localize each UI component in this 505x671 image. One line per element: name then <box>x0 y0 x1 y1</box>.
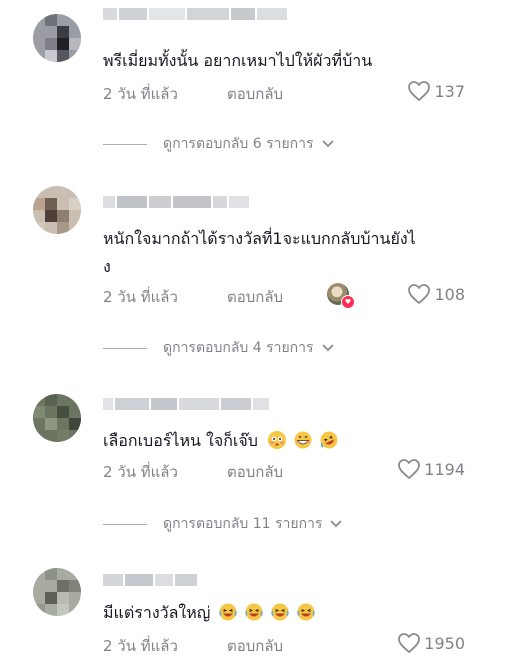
chevron-down-icon <box>330 516 343 532</box>
divider-line <box>103 347 147 349</box>
view-replies-label: ดูการตอบกลับ 6 รายการ <box>163 136 314 152</box>
like-button[interactable]: 1950 <box>397 632 465 654</box>
like-count: 108 <box>434 284 465 304</box>
divider-line <box>103 143 147 145</box>
comment-text: เลือกเบอร์ไหน ใจก็เจ๊บ <box>103 428 338 453</box>
reply-button[interactable]: ตอบกลับ <box>227 285 283 309</box>
username-blurred[interactable] <box>103 574 197 588</box>
reply-button[interactable]: ตอบกลับ <box>227 82 283 106</box>
laughing-face-icon <box>297 603 315 621</box>
laughing-face-icon <box>218 603 237 621</box>
reply-button[interactable]: ตอบกลับ <box>227 634 283 658</box>
heart-outline-icon <box>397 632 421 654</box>
comment-time: 2 วัน ที่แล้ว <box>103 85 178 103</box>
comment-time: 2 วัน ที่แล้ว <box>103 463 178 481</box>
comment-item: พรีเมี่ยมทั้งนั้น อยากเหมาไปให้ผัวที่บ้า… <box>0 0 505 170</box>
reply-button[interactable]: ตอบกลับ <box>227 460 283 484</box>
comment-text: หนักใจมากถ้าได้รางวัลที่1จะแบกกลับบ้านยั… <box>103 226 416 279</box>
username-blurred[interactable] <box>103 8 287 22</box>
view-replies-button[interactable]: ดูการตอบกลับ 6 รายการ <box>103 134 334 154</box>
divider-line <box>103 523 147 525</box>
comment-meta: 2 วัน ที่แล้ว ตอบกลับ 1194 <box>103 458 465 482</box>
laughing-face-icon <box>271 603 289 621</box>
chevron-down-icon <box>321 340 334 356</box>
avatar[interactable] <box>33 14 81 62</box>
like-button[interactable]: 137 <box>407 80 465 102</box>
comment-meta: 2 วัน ที่แล้ว ตอบกลับ ♥ 108 <box>103 283 465 309</box>
like-count: 1194 <box>424 459 465 479</box>
heart-outline-icon <box>407 283 431 305</box>
avatar[interactable] <box>33 394 81 442</box>
comment-text: มีแต่รางวัลใหญ่ <box>103 600 315 625</box>
like-button[interactable]: 108 <box>407 283 465 305</box>
chevron-down-icon <box>321 136 334 152</box>
comment-item: หนักใจมากถ้าได้รางวัลที่1จะแบกกลับบ้านยั… <box>0 170 505 370</box>
view-replies-label: ดูการตอบกลับ 11 รายการ <box>163 516 323 532</box>
comment-meta: 2 วัน ที่แล้ว ตอบกลับ 1950 <box>103 632 465 656</box>
comment-item: เลือกเบอร์ไหน ใจก็เจ๊บ 2 วัน ที่แล้ว ตอบ… <box>0 380 505 550</box>
view-replies-label: ดูการตอบกลับ 4 รายการ <box>163 340 314 356</box>
rofl-face-icon <box>320 431 338 449</box>
view-replies-button[interactable]: ดูการตอบกลับ 11 รายการ <box>103 514 343 534</box>
comment-text-line: ง <box>103 257 111 276</box>
comment-text-body: มีแต่รางวัลใหญ่ <box>103 603 211 622</box>
flushed-face-icon <box>267 431 286 449</box>
grinning-face-icon <box>294 431 312 449</box>
avatar[interactable] <box>33 186 81 234</box>
comment-time: 2 วัน ที่แล้ว <box>103 288 178 306</box>
like-count: 1950 <box>424 633 465 653</box>
comment-time: 2 วัน ที่แล้ว <box>103 637 178 655</box>
heart-outline-icon <box>397 458 421 480</box>
comment-meta: 2 วัน ที่แล้ว ตอบกลับ 137 <box>103 80 465 104</box>
avatar[interactable] <box>33 568 81 616</box>
comment-text-body: เลือกเบอร์ไหน ใจก็เจ๊บ <box>103 431 258 450</box>
comment-text: พรีเมี่ยมทั้งนั้น อยากเหมาไปให้ผัวที่บ้า… <box>103 51 373 70</box>
comment-text-line: หนักใจมากถ้าได้รางวัลที่1จะแบกกลับบ้านยั… <box>103 229 416 248</box>
like-button[interactable]: 1194 <box>397 458 465 480</box>
heart-badge-icon: ♥ <box>341 295 355 309</box>
username-blurred[interactable] <box>103 196 249 210</box>
like-count: 137 <box>434 81 465 101</box>
heart-outline-icon <box>407 80 431 102</box>
laughing-face-icon <box>244 603 263 621</box>
comment-item: มีแต่รางวัลใหญ่ 2 วัน ที่แล้ว ตอบกลับ 19… <box>0 556 505 671</box>
username-blurred[interactable] <box>103 398 269 412</box>
view-replies-button[interactable]: ดูการตอบกลับ 4 รายการ <box>103 338 334 358</box>
